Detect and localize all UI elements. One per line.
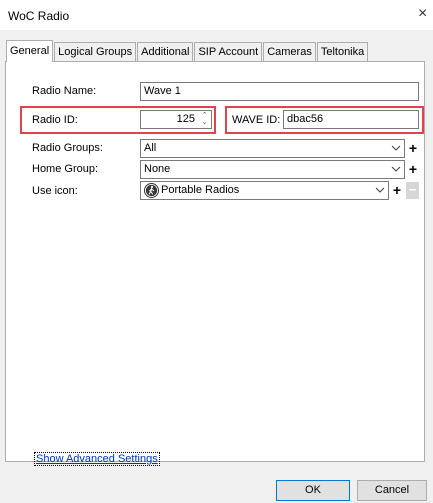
- add-icon-button[interactable]: +: [391, 182, 403, 199]
- use-icon-label: Use icon:: [32, 185, 78, 197]
- tab-additional[interactable]: Additional: [137, 42, 194, 62]
- tab-sip-account[interactable]: SIP Account: [194, 42, 263, 62]
- use-icon-value: Portable Radios: [161, 184, 240, 196]
- spin-up-icon[interactable]: ⌃: [200, 112, 209, 119]
- use-icon-select[interactable]: Portable Radios: [140, 181, 389, 200]
- close-icon[interactable]: ×: [418, 4, 433, 24]
- general-tab-panel: Radio Name: Wave 1 Radio ID: 125 ⌃ ⌄ WAV…: [5, 61, 425, 462]
- walking-person-icon: [144, 183, 159, 198]
- radio-groups-value: All: [144, 142, 157, 154]
- home-group-select[interactable]: None: [140, 160, 405, 179]
- ok-button[interactable]: OK: [276, 480, 350, 501]
- chevron-down-icon: [375, 187, 385, 193]
- chevron-down-icon: [391, 145, 401, 151]
- cancel-button[interactable]: Cancel: [357, 480, 427, 501]
- add-radio-group-button[interactable]: +: [407, 140, 419, 157]
- radio-groups-select[interactable]: All: [140, 139, 405, 158]
- radio-id-spinner[interactable]: 125 ⌃ ⌄: [140, 110, 212, 129]
- add-home-group-button[interactable]: +: [407, 161, 419, 178]
- radio-groups-label: Radio Groups:: [32, 142, 103, 154]
- radio-id-value: 125: [176, 113, 195, 125]
- remove-icon-button[interactable]: −: [406, 182, 419, 199]
- wave-id-input[interactable]: dbac56: [283, 110, 419, 129]
- window-title: WoC Radio: [8, 9, 70, 23]
- radio-id-label: Radio ID:: [32, 114, 78, 126]
- tab-cameras[interactable]: Cameras: [263, 42, 316, 62]
- wave-id-label: WAVE ID:: [232, 114, 281, 126]
- tab-strip: General Logical Groups Additional SIP Ac…: [6, 40, 369, 62]
- home-group-value: None: [144, 163, 171, 175]
- tab-teltonika[interactable]: Teltonika: [316, 42, 369, 62]
- radio-name-label: Radio Name:: [32, 85, 97, 97]
- show-advanced-settings-link[interactable]: Show Advanced Settings: [34, 452, 160, 466]
- chevron-down-icon: [391, 166, 401, 172]
- dialog-body: General Logical Groups Additional SIP Ac…: [0, 30, 433, 503]
- tab-general[interactable]: General: [6, 40, 54, 62]
- home-group-label: Home Group:: [32, 163, 99, 175]
- title-bar: WoC Radio ×: [0, 0, 433, 30]
- spin-down-icon[interactable]: ⌄: [200, 119, 209, 126]
- spin-arrows-icon[interactable]: ⌃ ⌄: [200, 112, 209, 127]
- tab-logical-groups[interactable]: Logical Groups: [54, 42, 137, 62]
- radio-name-input[interactable]: Wave 1: [140, 82, 419, 101]
